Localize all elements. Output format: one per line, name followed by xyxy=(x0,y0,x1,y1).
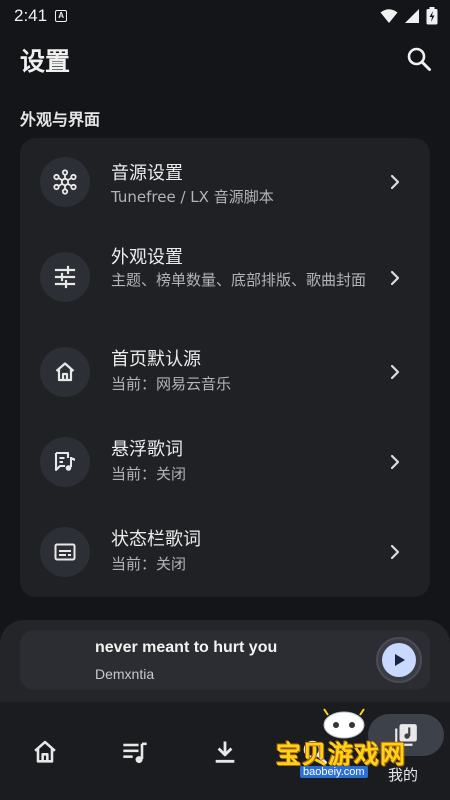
setting-home-default-source[interactable]: 首页默认源 当前：网易云音乐 xyxy=(20,330,430,416)
setting-statusbar-lyrics[interactable]: 状态栏歌词 当前：关闭 xyxy=(20,510,430,596)
icon-circle xyxy=(40,437,90,487)
icon-circle xyxy=(40,157,90,207)
play-icon xyxy=(395,654,405,666)
setting-title: 外观设置 xyxy=(111,247,183,268)
download-icon xyxy=(215,741,235,763)
chevron-right-icon xyxy=(390,454,400,470)
icon-circle xyxy=(40,527,90,577)
song-title: never meant to hurt you xyxy=(95,639,278,656)
notification-icon: A xyxy=(55,10,68,22)
section-title: 外观与界面 xyxy=(20,110,101,129)
top-app-bar: 设置 xyxy=(0,38,450,82)
setting-audio-source[interactable]: 音源设置 Tunefree / LX 音源脚本 xyxy=(20,138,430,228)
chevron-right-icon xyxy=(390,270,400,286)
setting-title: 悬浮歌词 xyxy=(111,439,183,460)
setting-title: 首页默认源 xyxy=(111,349,201,370)
status-time: 2:41 xyxy=(14,6,48,25)
setting-subtitle: 当前：关闭 xyxy=(111,555,187,573)
status-icons xyxy=(380,7,438,25)
watermark-logo: 宝贝游戏网 baobeiy.com xyxy=(272,705,422,783)
signal-icon xyxy=(405,9,419,23)
setting-appearance[interactable]: 外观设置 主题、榜单数量、底部排版、歌曲封面 xyxy=(20,230,430,326)
battery-icon xyxy=(426,7,438,25)
setting-subtitle: Tunefree / LX 音源脚本 xyxy=(111,188,274,206)
setting-floating-lyrics[interactable]: 悬浮歌词 当前：关闭 xyxy=(20,420,430,506)
search-icon xyxy=(407,47,431,71)
tune-sliders-icon xyxy=(54,265,76,289)
now-playing-bar[interactable]: never meant to hurt you Demxntia xyxy=(20,630,430,690)
play-button[interactable] xyxy=(376,637,422,683)
wifi-icon xyxy=(380,9,398,23)
setting-title: 状态栏歌词 xyxy=(111,529,201,550)
page-title: 设置 xyxy=(20,47,71,76)
playlist-icon xyxy=(123,742,147,764)
chevron-right-icon xyxy=(390,364,400,380)
icon-circle xyxy=(40,252,90,302)
subtitles-icon xyxy=(54,543,76,561)
chevron-right-icon xyxy=(390,544,400,560)
setting-subtitle: 当前：关闭 xyxy=(111,465,187,483)
watermark-url: baobeiy.com xyxy=(300,766,368,778)
setting-subtitle: 主题、榜单数量、底部排版、歌曲封面 xyxy=(111,271,367,289)
nav-playlist[interactable] xyxy=(121,738,149,766)
nav-download[interactable] xyxy=(211,738,239,766)
icon-circle xyxy=(40,347,90,397)
search-button[interactable] xyxy=(405,45,433,73)
status-bar: 2:41 A xyxy=(0,0,450,32)
mini-player: never meant to hurt you Demxntia xyxy=(0,620,450,702)
settings-card: 音源设置 Tunefree / LX 音源脚本 外观设置 主题、榜单数量、底部排… xyxy=(20,138,430,597)
hub-icon xyxy=(53,169,77,195)
chevron-right-icon xyxy=(390,174,400,190)
play-button-inner xyxy=(382,643,416,677)
nav-home[interactable] xyxy=(31,738,59,766)
setting-title: 音源设置 xyxy=(111,163,183,184)
setting-subtitle: 当前：网易云音乐 xyxy=(111,375,232,393)
home-icon xyxy=(34,740,56,763)
song-artist: Demxntia xyxy=(95,666,155,682)
lyrics-icon xyxy=(54,451,75,472)
home-icon xyxy=(55,362,75,382)
